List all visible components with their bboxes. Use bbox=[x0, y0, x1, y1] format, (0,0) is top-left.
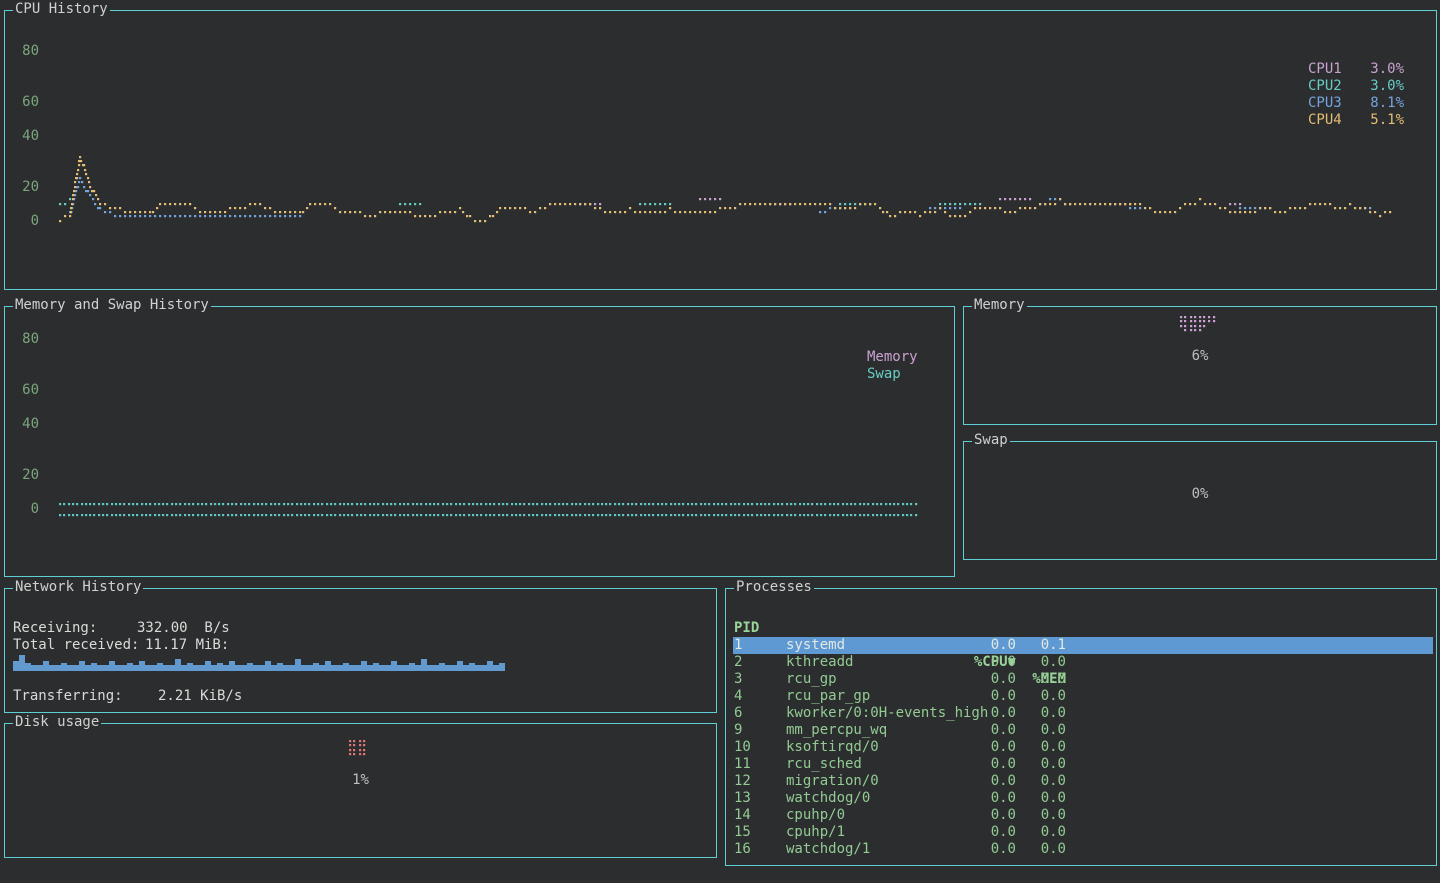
memory-swap-history-graph bbox=[59, 496, 919, 522]
process-pid: 11 bbox=[734, 756, 784, 773]
cpu-history-panel: CPU History 80 60 40 20 0 CPU13.0%CPU23.… bbox=[4, 10, 1437, 290]
process-mem-percent: 0.0 bbox=[1006, 739, 1066, 756]
process-mem-percent: 0.0 bbox=[1006, 841, 1066, 858]
cpu-legend-value: 8.1% bbox=[1364, 95, 1404, 112]
memory-gauge-percent: 6% bbox=[964, 348, 1436, 365]
process-pid: 14 bbox=[734, 807, 784, 824]
process-row[interactable]: 14cpuhp/00.00.0 bbox=[733, 807, 1433, 824]
process-row[interactable]: 9mm_percpu_wq0.00.0 bbox=[733, 722, 1433, 739]
process-mem-percent: 0.0 bbox=[1006, 756, 1066, 773]
network-history-title: Network History bbox=[13, 579, 143, 596]
system-monitor-screen: CPU History 80 60 40 20 0 CPU13.0%CPU23.… bbox=[0, 0, 1440, 883]
disk-usage-panel: Disk usage 1% bbox=[4, 723, 717, 858]
process-table-header: PID Command %CPU▼ %MEM bbox=[733, 603, 1433, 620]
process-row[interactable]: 11rcu_sched0.00.0 bbox=[733, 756, 1433, 773]
process-mem-percent: 0.0 bbox=[1006, 705, 1066, 722]
process-pid: 9 bbox=[734, 722, 784, 739]
cpu-ytick-20: 20 bbox=[9, 179, 39, 196]
disk-gauge-dots bbox=[349, 740, 373, 760]
receiving-label: Receiving: bbox=[13, 620, 97, 637]
swap-gauge-panel: Swap 0% bbox=[963, 441, 1437, 560]
process-pid: 15 bbox=[734, 824, 784, 841]
processes-panel: Processes PID Command %CPU▼ %MEM 1system… bbox=[725, 588, 1437, 866]
cpu-ytick-80: 80 bbox=[9, 43, 39, 60]
process-pid: 4 bbox=[734, 688, 784, 705]
total-received-value: 11.17 MiB: bbox=[145, 637, 229, 654]
memory-swap-legend: MemorySwap bbox=[867, 349, 918, 383]
cpu-legend-label: CPU1 bbox=[1308, 61, 1364, 78]
memory-gauge-panel: Memory 6% bbox=[963, 306, 1437, 425]
cpu-legend-row: CPU13.0% bbox=[1308, 61, 1404, 78]
cpu-legend-label: CPU4 bbox=[1308, 112, 1364, 129]
cpu-ytick-0: 0 bbox=[9, 213, 39, 230]
process-row[interactable]: 4rcu_par_gp0.00.0 bbox=[733, 688, 1433, 705]
process-mem-percent: 0.1 bbox=[1006, 637, 1066, 654]
mem-ytick-0: 0 bbox=[9, 501, 39, 518]
mem-ytick-40: 40 bbox=[9, 416, 39, 433]
process-row[interactable]: 16watchdog/10.00.0 bbox=[733, 841, 1433, 858]
process-pid: 10 bbox=[734, 739, 784, 756]
process-row[interactable]: 3rcu_gp0.00.0 bbox=[733, 671, 1433, 688]
cpu-history-title: CPU History bbox=[13, 1, 110, 18]
total-received-label: Total received: bbox=[13, 637, 139, 654]
disk-gauge-percent: 1% bbox=[5, 772, 716, 789]
process-pid: 1 bbox=[734, 637, 784, 654]
process-row[interactable]: 6kworker/0:0H-events_high0.00.0 bbox=[733, 705, 1433, 722]
network-history-panel: Network History Receiving: 332.00 B/s To… bbox=[4, 588, 717, 713]
cpu-legend-label: CPU2 bbox=[1308, 78, 1364, 95]
process-row[interactable]: 2kthreadd0.00.0 bbox=[733, 654, 1433, 671]
disk-usage-title: Disk usage bbox=[13, 714, 101, 731]
process-mem-percent: 0.0 bbox=[1006, 688, 1066, 705]
memory-swap-history-panel: Memory and Swap History 80 60 40 20 0 Me… bbox=[4, 306, 955, 577]
cpu-legend-row: CPU45.1% bbox=[1308, 112, 1404, 129]
process-mem-percent: 0.0 bbox=[1006, 654, 1066, 671]
cpu-legend: CPU13.0%CPU23.0%CPU38.1%CPU45.1% bbox=[1308, 61, 1404, 129]
process-pid: 13 bbox=[734, 790, 784, 807]
swap-gauge-title: Swap bbox=[972, 432, 1010, 449]
cpu-ytick-60: 60 bbox=[9, 94, 39, 111]
transferring-label: Transferring: bbox=[13, 688, 123, 705]
memory-swap-history-title: Memory and Swap History bbox=[13, 297, 211, 314]
cpu-legend-value: 3.0% bbox=[1364, 61, 1404, 78]
process-pid: 2 bbox=[734, 654, 784, 671]
process-row-selected[interactable]: 1systemd0.00.1 bbox=[733, 637, 1433, 654]
mem-ytick-60: 60 bbox=[9, 382, 39, 399]
column-header-pid[interactable]: PID bbox=[734, 620, 784, 637]
process-mem-percent: 0.0 bbox=[1006, 790, 1066, 807]
transferring-value: 2.21 KiB/s bbox=[158, 688, 242, 705]
cpu-legend-value: 5.1% bbox=[1364, 112, 1404, 129]
processes-title: Processes bbox=[734, 579, 814, 596]
process-pid: 12 bbox=[734, 773, 784, 790]
memory-gauge-dots bbox=[1180, 316, 1220, 336]
process-row[interactable]: 12migration/00.00.0 bbox=[733, 773, 1433, 790]
memory-swap-legend-label: Swap bbox=[867, 366, 918, 383]
cpu-legend-row: CPU38.1% bbox=[1308, 95, 1404, 112]
receiving-value: 332.00 B/s bbox=[137, 620, 230, 637]
process-mem-percent: 0.0 bbox=[1006, 722, 1066, 739]
process-mem-percent: 0.0 bbox=[1006, 773, 1066, 790]
process-row[interactable]: 15cpuhp/10.00.0 bbox=[733, 824, 1433, 841]
process-pid: 3 bbox=[734, 671, 784, 688]
process-row[interactable]: 10ksoftirqd/00.00.0 bbox=[733, 739, 1433, 756]
cpu-ytick-40: 40 bbox=[9, 128, 39, 145]
process-pid: 16 bbox=[734, 841, 784, 858]
swap-gauge-percent: 0% bbox=[964, 486, 1436, 503]
cpu-legend-value: 3.0% bbox=[1364, 78, 1404, 95]
process-row[interactable]: 13watchdog/00.00.0 bbox=[733, 790, 1433, 807]
mem-ytick-20: 20 bbox=[9, 467, 39, 484]
memory-gauge-title: Memory bbox=[972, 297, 1027, 314]
process-pid: 6 bbox=[734, 705, 784, 722]
network-receive-graph bbox=[13, 653, 513, 671]
process-mem-percent: 0.0 bbox=[1006, 824, 1066, 841]
cpu-history-graph bbox=[59, 41, 1395, 241]
cpu-legend-row: CPU23.0% bbox=[1308, 78, 1404, 95]
process-mem-percent: 0.0 bbox=[1006, 671, 1066, 688]
memory-swap-legend-label: Memory bbox=[867, 349, 918, 366]
process-mem-percent: 0.0 bbox=[1006, 807, 1066, 824]
mem-ytick-80: 80 bbox=[9, 331, 39, 348]
cpu-legend-label: CPU3 bbox=[1308, 95, 1364, 112]
